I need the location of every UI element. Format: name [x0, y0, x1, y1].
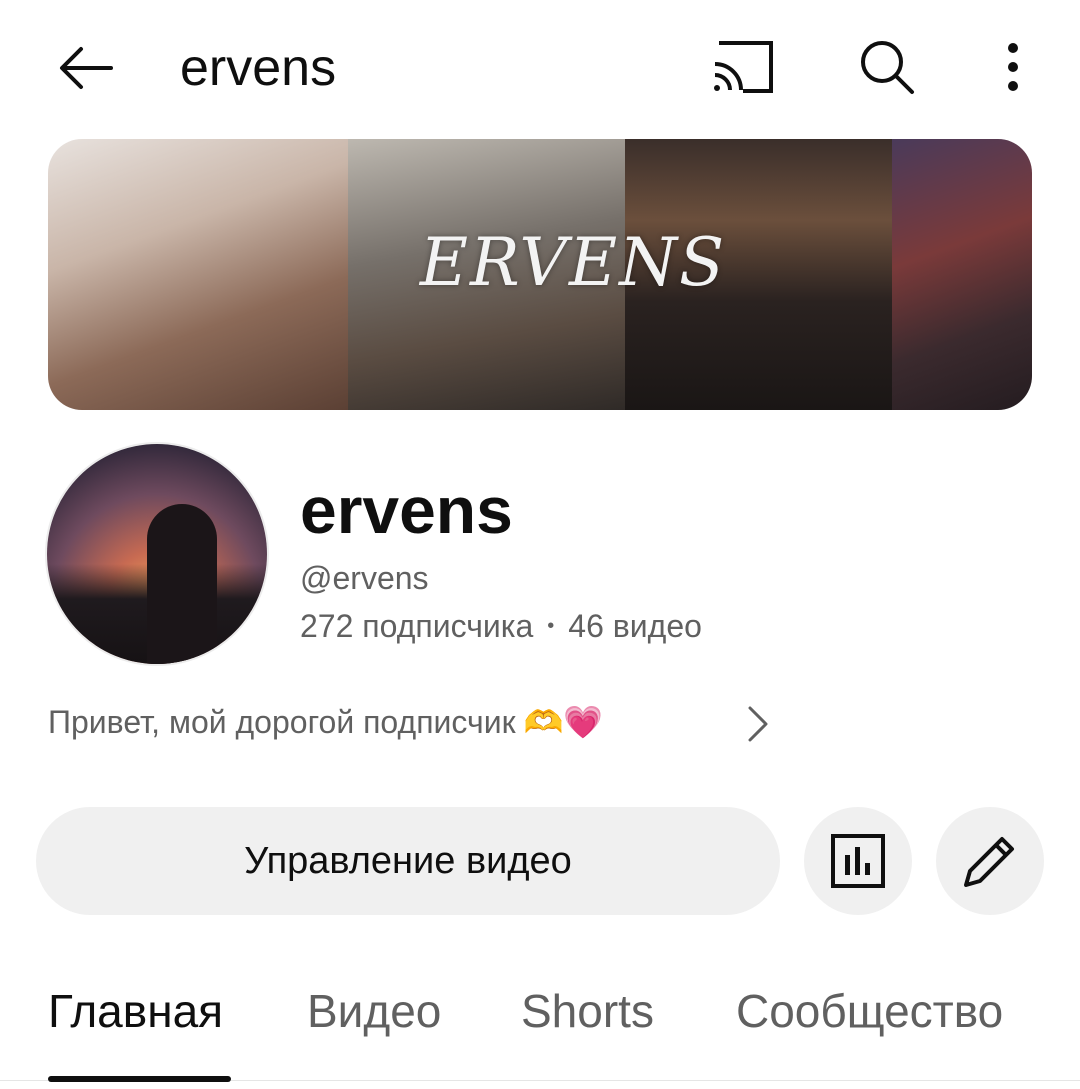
- more-vert-icon: [1008, 43, 1018, 91]
- tab-home[interactable]: Главная: [48, 985, 223, 1037]
- tab-videos[interactable]: Видео: [307, 985, 441, 1037]
- channel-handle: @ervens: [300, 560, 429, 596]
- analytics-icon: [831, 834, 885, 888]
- channel-banner: ERVENS: [48, 139, 1032, 410]
- edit-channel-button[interactable]: [936, 807, 1044, 915]
- channel-description[interactable]: Привет, мой дорогой подписчик 🫶💗: [48, 702, 603, 742]
- banner-photo-1: [48, 139, 348, 410]
- video-count: 46 видео: [568, 608, 702, 644]
- description-text: Привет, мой дорогой подписчик: [48, 704, 516, 740]
- banner-wordmark: ERVENS: [419, 224, 727, 301]
- stats-separator: •: [547, 615, 555, 637]
- channel-stats: 272 подписчика • 46 видео: [300, 608, 702, 644]
- tab-shorts[interactable]: Shorts: [521, 985, 654, 1037]
- description-more-button[interactable]: [740, 706, 776, 742]
- analytics-button[interactable]: [804, 807, 912, 915]
- active-tab-indicator: [48, 1076, 231, 1082]
- cast-icon: [714, 41, 773, 93]
- subscriber-count: 272 подписчика: [300, 608, 534, 644]
- banner-photo-4: [892, 139, 1032, 410]
- tab-community[interactable]: Сообщество: [736, 985, 1003, 1037]
- search-button[interactable]: [852, 32, 922, 102]
- search-icon: [861, 41, 914, 94]
- back-button[interactable]: [50, 36, 120, 100]
- edit-pencil-icon: [964, 837, 1014, 887]
- channel-avatar[interactable]: [47, 444, 267, 664]
- manage-videos-button[interactable]: Управление видео: [36, 807, 780, 915]
- cast-button[interactable]: [708, 32, 778, 102]
- description-emojis: 🫶💗: [523, 703, 604, 741]
- back-arrow-icon: [60, 47, 113, 89]
- channel-name: ervens: [300, 473, 513, 547]
- chevron-right-icon: [748, 706, 768, 742]
- header-title: ervens: [180, 39, 337, 97]
- more-options-button[interactable]: [978, 32, 1048, 102]
